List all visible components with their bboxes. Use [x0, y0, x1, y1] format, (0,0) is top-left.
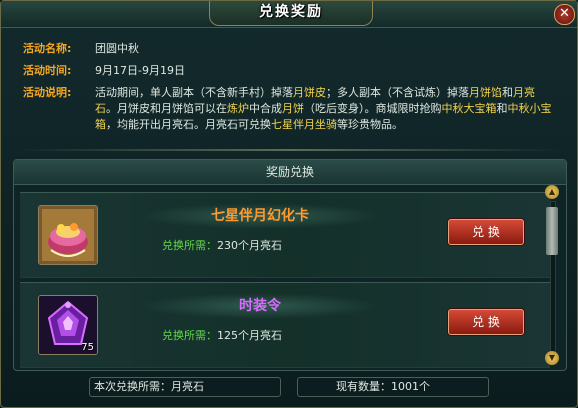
activity-name-value: 团圆中秋 — [95, 42, 139, 55]
item-count: 75 — [81, 342, 94, 353]
item-name: 七星伴月幻化卡 — [140, 203, 380, 229]
exchange-reward-window: 兑换奖励 ✕ 活动名称: 团圆中秋 活动时间: 9月17日-9月19日 活动说明… — [0, 0, 578, 408]
exchange-button[interactable]: 兑 换 — [448, 219, 524, 245]
scroll-thumb[interactable] — [546, 207, 558, 255]
activity-name-row: 活动名称: 团圆中秋 — [23, 41, 553, 63]
owned-value: 1001个 — [391, 380, 430, 393]
panel-header: 奖励兑换 — [14, 160, 566, 185]
desc-text-segment: 。月饼皮和月饼馅可以在 — [106, 102, 227, 115]
desc-text-segment: 和 — [502, 86, 513, 99]
scroll-up-button[interactable]: ▲ — [545, 185, 559, 199]
highlight-text: 炼炉 — [227, 102, 249, 115]
reward-panel: 奖励兑换 七星伴月幻化卡 兑换所需：230个月亮石 兑 换 75 时装令 兑换所… — [13, 159, 567, 371]
activity-desc-text: 活动期间，单人副本（不含新手村）掉落月饼皮；多人副本（不含试炼）掉落月饼馅和月亮… — [95, 85, 553, 133]
required-label: 本次兑换所需： — [94, 380, 171, 393]
required-box: 本次兑换所需：月亮石 — [89, 377, 281, 397]
desc-text-segment: ，均能开出月亮石。月亮石可兑换 — [106, 118, 271, 131]
reward-item: 75 时装令 兑换所需：125个月亮石 兑 换 — [20, 282, 550, 368]
owned-box: 现有数量：1001个 — [297, 377, 489, 397]
activity-desc-label: 活动说明: — [23, 86, 72, 99]
scroll-down-button[interactable]: ▼ — [545, 351, 559, 365]
item-name: 时装令 — [140, 293, 380, 319]
activity-time-row: 活动时间: 9月17日-9月19日 — [23, 63, 553, 85]
required-value: 月亮石 — [171, 380, 204, 393]
highlight-text: 月饼皮 — [293, 86, 326, 99]
owned-label: 现有数量： — [336, 380, 391, 393]
cost-value: 125个月亮石 — [217, 329, 282, 342]
desc-text-segment: （吃后变身）。商城限时抢购 — [304, 102, 442, 115]
reward-item: 七星伴月幻化卡 兑换所需：230个月亮石 兑 换 — [20, 192, 550, 278]
activity-desc-row: 活动说明: 活动期间，单人副本（不含新手村）掉落月饼皮；多人副本（不含试炼）掉落… — [23, 85, 553, 133]
cost-label: 兑换所需： — [162, 239, 217, 252]
cost-value: 230个月亮石 — [217, 239, 282, 252]
activity-name-label: 活动名称: — [23, 42, 72, 55]
item-cost: 兑换所需：125个月亮石 — [162, 327, 282, 343]
purple-token-icon[interactable]: 75 — [38, 295, 98, 355]
cost-label: 兑换所需： — [162, 329, 217, 342]
desc-text-segment: 活动期间，单人副本（不含新手村）掉落 — [95, 86, 293, 99]
highlight-text: 中秋大宝箱 — [441, 102, 497, 115]
window-title: 兑换奖励 — [209, 1, 373, 26]
activity-time-label: 活动时间: — [23, 64, 72, 77]
exchange-button[interactable]: 兑 换 — [448, 309, 524, 335]
activity-time-value: 9月17日-9月19日 — [95, 64, 185, 77]
desc-text-segment: ；多人副本（不含试炼）掉落 — [326, 86, 469, 99]
item-cost: 兑换所需：230个月亮石 — [162, 237, 282, 253]
mooncake-box-icon[interactable] — [38, 205, 98, 265]
desc-text-segment: 等珍贵物品。 — [337, 118, 403, 131]
activity-info: 活动名称: 团圆中秋 活动时间: 9月17日-9月19日 活动说明: 活动期间，… — [23, 41, 553, 133]
highlight-text: 月饼馅 — [469, 86, 502, 99]
close-button[interactable]: ✕ — [554, 4, 575, 25]
highlight-text: 七星伴月坐骑 — [271, 118, 337, 131]
desc-text-segment: 中合成 — [249, 102, 282, 115]
scrollbar[interactable]: ▲ ▼ — [545, 185, 559, 367]
divider — [15, 149, 563, 151]
title-bar: 兑换奖励 ✕ — [1, 1, 577, 28]
desc-text-segment: 和 — [496, 102, 508, 115]
highlight-text: 月饼 — [282, 102, 304, 115]
